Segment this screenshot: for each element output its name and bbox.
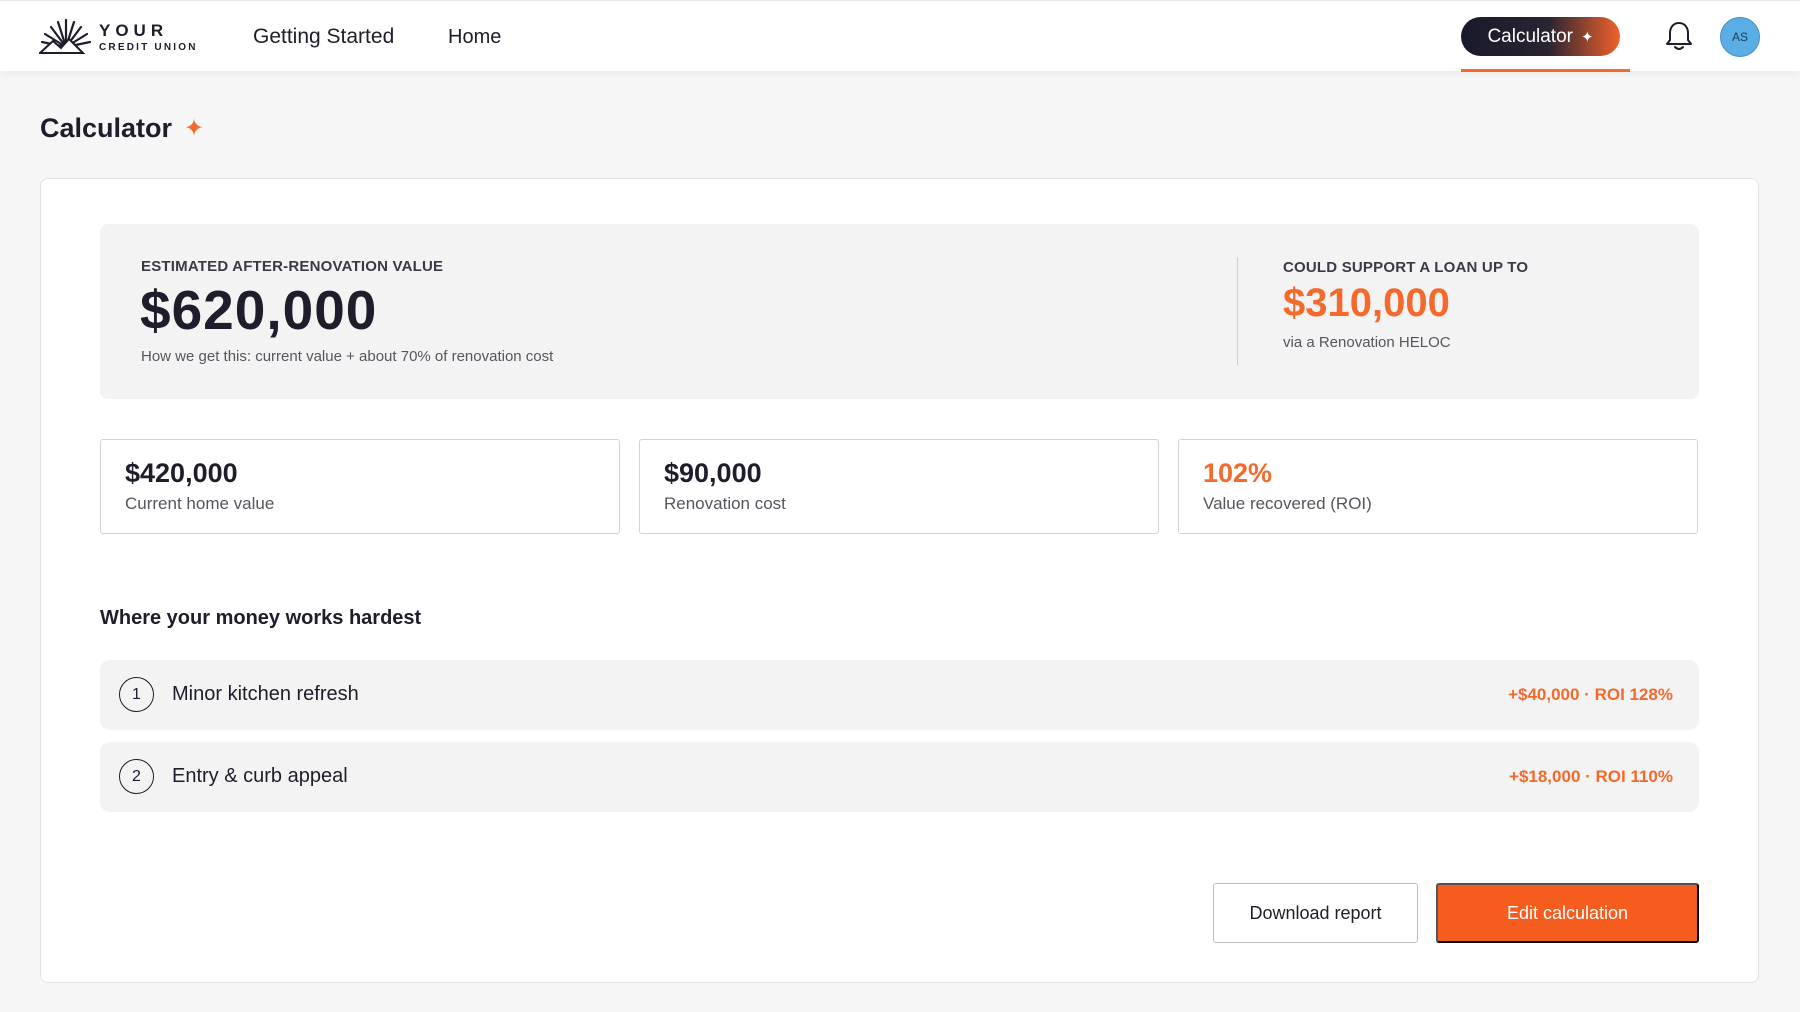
estimated-value-explanation: How we get this: current value + about 7… [141, 348, 554, 365]
project-name: Entry & curb appeal [172, 765, 348, 787]
logo-subtitle: CREDIT UNION [99, 42, 198, 53]
edit-calculation-button[interactable]: Edit calculation [1436, 883, 1699, 943]
project-row-entry-curb-appeal[interactable]: 2 Entry & curb appeal +$18,000 · ROI 110… [100, 742, 1699, 812]
stat-label: Value recovered (ROI) [1203, 494, 1372, 513]
credit-union-logo[interactable]: YOUR CREDIT UNION [39, 17, 199, 57]
summary-divider [1237, 257, 1238, 365]
stat-label: Renovation cost [664, 494, 786, 513]
stat-value: $90,000 [664, 458, 762, 488]
nav-getting-started[interactable]: Getting Started [253, 25, 394, 49]
stat-value: 102% [1203, 458, 1273, 488]
summary-panel: ESTIMATED AFTER-RENOVATION VALUE $620,00… [100, 224, 1699, 399]
stat-label: Current home value [125, 494, 275, 513]
stat-card-current-home-value: $420,000 Current home value [100, 439, 620, 534]
rank-badge: 2 [119, 759, 154, 794]
loan-product-note: via a Renovation HELOC [1283, 334, 1451, 351]
rank-badge: 1 [119, 677, 154, 712]
stat-card-renovation-cost: $90,000 Renovation cost [639, 439, 1159, 534]
sparkle-icon: ✦ [1580, 28, 1594, 46]
loan-limit-label: COULD SUPPORT A LOAN UP TO [1283, 259, 1529, 276]
stat-value: $420,000 [125, 458, 238, 488]
estimated-value: $620,000 [140, 279, 378, 341]
bell-icon[interactable] [1664, 20, 1694, 52]
loan-limit-value: $310,000 [1283, 281, 1450, 325]
page-title: Calculator ✦ [40, 113, 204, 144]
project-return: +$40,000 · ROI 128% [1508, 685, 1673, 704]
estimated-value-label: ESTIMATED AFTER-RENOVATION VALUE [141, 258, 444, 275]
active-tab-indicator [1461, 69, 1630, 72]
project-name: Minor kitchen refresh [172, 683, 359, 705]
top-navigation-bar: YOUR CREDIT UNION Getting Started Home C… [0, 0, 1800, 72]
nav-home[interactable]: Home [448, 26, 501, 49]
page-title-text: Calculator [40, 113, 173, 143]
sunburst-logo-icon [39, 18, 92, 54]
logo-wordmark: YOUR [99, 21, 169, 40]
stat-card-roi: 102% Value recovered (ROI) [1178, 439, 1698, 534]
user-avatar[interactable]: AS [1720, 17, 1760, 57]
project-return: +$18,000 · ROI 110% [1509, 767, 1673, 786]
project-row-minor-kitchen-refresh[interactable]: 1 Minor kitchen refresh +$40,000 · ROI 1… [100, 660, 1699, 730]
calculator-nav-label: Calculator [1487, 25, 1573, 47]
projects-section-title: Where your money works hardest [100, 607, 422, 629]
download-report-button[interactable]: Download report [1213, 883, 1418, 943]
calculator-nav-button[interactable]: Calculator ✦ [1461, 17, 1620, 56]
calculator-results-card: ESTIMATED AFTER-RENOVATION VALUE $620,00… [40, 178, 1759, 983]
sparkle-icon: ✦ [184, 115, 205, 142]
